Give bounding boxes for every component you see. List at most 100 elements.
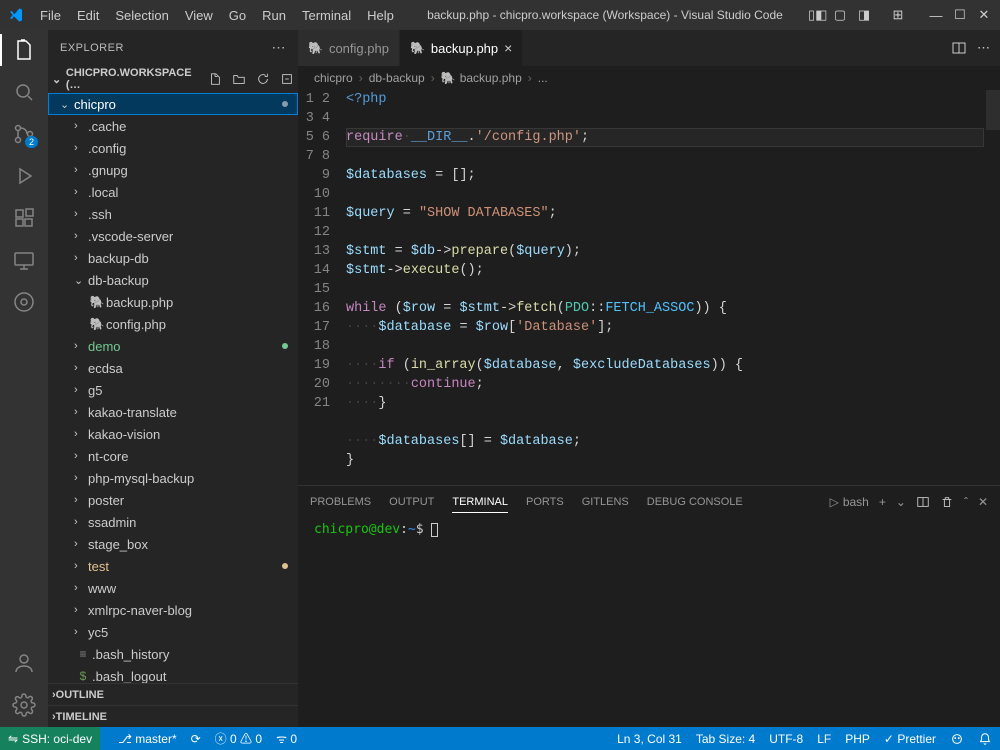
remote-indicator[interactable]: ⇋ SSH: oci-dev <box>0 727 100 750</box>
menu-file[interactable]: File <box>32 4 69 27</box>
menu-run[interactable]: Run <box>254 4 294 27</box>
settings-gear-icon[interactable] <box>12 693 36 717</box>
minimize-icon[interactable]: — <box>928 8 944 23</box>
file-config.php[interactable]: 🐘config.php <box>48 313 298 335</box>
remote-explorer-icon[interactable] <box>12 248 36 272</box>
cursor-position[interactable]: Ln 3, Col 31 <box>617 732 682 746</box>
account-icon[interactable] <box>12 651 36 675</box>
file-backup.php[interactable]: 🐘backup.php <box>48 291 298 313</box>
trash-icon[interactable] <box>940 495 954 509</box>
branch-indicator[interactable]: ⎇ master* <box>118 732 177 746</box>
feedback-icon[interactable] <box>950 732 964 746</box>
folder-yc5[interactable]: ›yc5 <box>48 621 298 643</box>
folder-g5[interactable]: ›g5 <box>48 379 298 401</box>
more-icon[interactable]: ⋯ <box>272 39 287 56</box>
code-editor[interactable]: 1 2 3 4 5 6 7 8 9 10 11 12 13 14 15 16 1… <box>298 90 1000 485</box>
explorer-icon[interactable] <box>12 38 36 62</box>
tab-config.php[interactable]: 🐘config.php <box>298 30 400 66</box>
folder-root[interactable]: ⌄ chicpro <box>48 93 298 115</box>
more-icon[interactable]: ⋯ <box>977 40 990 56</box>
menu-edit[interactable]: Edit <box>69 4 107 27</box>
terminal-output[interactable]: chicpro@dev:~$ <box>298 518 1000 727</box>
layout-icon[interactable]: ▢ <box>832 7 848 23</box>
folder-.local[interactable]: ›.local <box>48 181 298 203</box>
close-icon[interactable]: ✕ <box>976 7 992 23</box>
folder-kakao-translate[interactable]: ›kakao-translate <box>48 401 298 423</box>
folder-backup-db[interactable]: ›backup-db <box>48 247 298 269</box>
close-panel-icon[interactable]: ✕ <box>978 495 988 509</box>
encoding[interactable]: UTF-8 <box>769 732 803 746</box>
menu-help[interactable]: Help <box>359 4 402 27</box>
extensions-icon[interactable] <box>12 206 36 230</box>
workspace-row[interactable]: ⌄ CHICPRO.WORKSPACE (… <box>48 65 298 93</box>
file-.bash_history[interactable]: ≡.bash_history <box>48 643 298 665</box>
folder-xmlrpc-naver-blog[interactable]: ›xmlrpc-naver-blog <box>48 599 298 621</box>
terminal-shell[interactable]: ▷bash <box>830 495 869 509</box>
language-mode[interactable]: PHP <box>845 732 870 746</box>
folder-poster[interactable]: ›poster <box>48 489 298 511</box>
folder-.cache[interactable]: ›.cache <box>48 115 298 137</box>
sync-icon[interactable]: ⟳ <box>191 732 201 746</box>
scm-icon[interactable]: 2 <box>12 122 36 146</box>
close-tab-icon[interactable]: × <box>504 40 512 56</box>
layout-icon[interactable]: ⊞ <box>890 7 906 23</box>
folder-.gnupg[interactable]: ›.gnupg <box>48 159 298 181</box>
folder-www[interactable]: ›www <box>48 577 298 599</box>
panel-tab-terminal[interactable]: TERMINAL <box>452 492 508 513</box>
new-file-icon[interactable] <box>208 72 222 86</box>
menu-terminal[interactable]: Terminal <box>294 4 359 27</box>
file-.bash_logout[interactable]: $.bash_logout <box>48 665 298 683</box>
maximize-panel-icon[interactable]: ˆ <box>964 495 968 509</box>
minimap-thumb[interactable] <box>986 90 1000 130</box>
folder-ecdsa[interactable]: ›ecdsa <box>48 357 298 379</box>
folder-php-mysql-backup[interactable]: ›php-mysql-backup <box>48 467 298 489</box>
panel-tab-gitlens[interactable]: GITLENS <box>582 492 629 513</box>
breadcrumbs[interactable]: chicpro› db-backup› 🐘 backup.php› ... <box>298 66 1000 90</box>
panel-tab-output[interactable]: OUTPUT <box>389 492 434 513</box>
folder-kakao-vision[interactable]: ›kakao-vision <box>48 423 298 445</box>
folder-db-backup[interactable]: ⌄db-backup <box>48 269 298 291</box>
split-terminal-icon[interactable] <box>916 495 930 509</box>
panel-tab-ports[interactable]: PORTS <box>526 492 564 513</box>
notifications-icon[interactable] <box>978 732 992 746</box>
gitlens-icon[interactable] <box>12 290 36 314</box>
layout-icon[interactable]: ◨ <box>856 7 872 23</box>
refresh-icon[interactable] <box>256 72 270 86</box>
debug-icon[interactable] <box>12 164 36 188</box>
outline-section[interactable]: › OUTLINE <box>48 683 298 705</box>
layout-icon[interactable]: ▯◧ <box>808 7 824 23</box>
crumb[interactable]: backup.php <box>460 71 522 85</box>
eol[interactable]: LF <box>817 732 831 746</box>
folder-test[interactable]: ›test <box>48 555 298 577</box>
crumb[interactable]: chicpro <box>314 71 353 85</box>
maximize-icon[interactable]: ☐ <box>952 7 968 23</box>
folder-nt-core[interactable]: ›nt-core <box>48 445 298 467</box>
search-icon[interactable] <box>12 80 36 104</box>
folder-ssadmin[interactable]: ›ssadmin <box>48 511 298 533</box>
folder-.config[interactable]: ›.config <box>48 137 298 159</box>
ports-indicator[interactable]: ᯤ 0 <box>276 730 297 747</box>
split-editor-icon[interactable] <box>951 40 967 56</box>
collapse-icon[interactable] <box>280 72 294 86</box>
terminal-split-dropdown-icon[interactable]: ⌄ <box>896 495 906 509</box>
folder-stage_box[interactable]: ›stage_box <box>48 533 298 555</box>
menu-go[interactable]: Go <box>221 4 254 27</box>
menu-selection[interactable]: Selection <box>107 4 176 27</box>
panel-tab-debug-console[interactable]: DEBUG CONSOLE <box>647 492 743 513</box>
folder-demo[interactable]: ›demo <box>48 335 298 357</box>
folder-.vscode-server[interactable]: ›.vscode-server <box>48 225 298 247</box>
tab-backup.php[interactable]: 🐘backup.php× <box>400 30 523 66</box>
panel-tab-problems[interactable]: PROBLEMS <box>310 492 371 513</box>
menu-view[interactable]: View <box>177 4 221 27</box>
folder-.ssh[interactable]: ›.ssh <box>48 203 298 225</box>
code-content[interactable]: <?php require·__DIR__.'/config.php'; $da… <box>346 90 1000 485</box>
tab-size[interactable]: Tab Size: 4 <box>696 732 755 746</box>
crumb[interactable]: ... <box>538 71 548 85</box>
new-folder-icon[interactable] <box>232 72 246 86</box>
minimap[interactable] <box>986 90 1000 485</box>
crumb[interactable]: db-backup <box>369 71 425 85</box>
new-terminal-icon[interactable]: + <box>879 495 886 509</box>
errors-warnings[interactable]: ⓧ 0 ⚠ 0 <box>215 730 262 747</box>
timeline-section[interactable]: › TIMELINE <box>48 705 298 727</box>
prettier-status[interactable]: ✓ Prettier <box>884 732 936 746</box>
